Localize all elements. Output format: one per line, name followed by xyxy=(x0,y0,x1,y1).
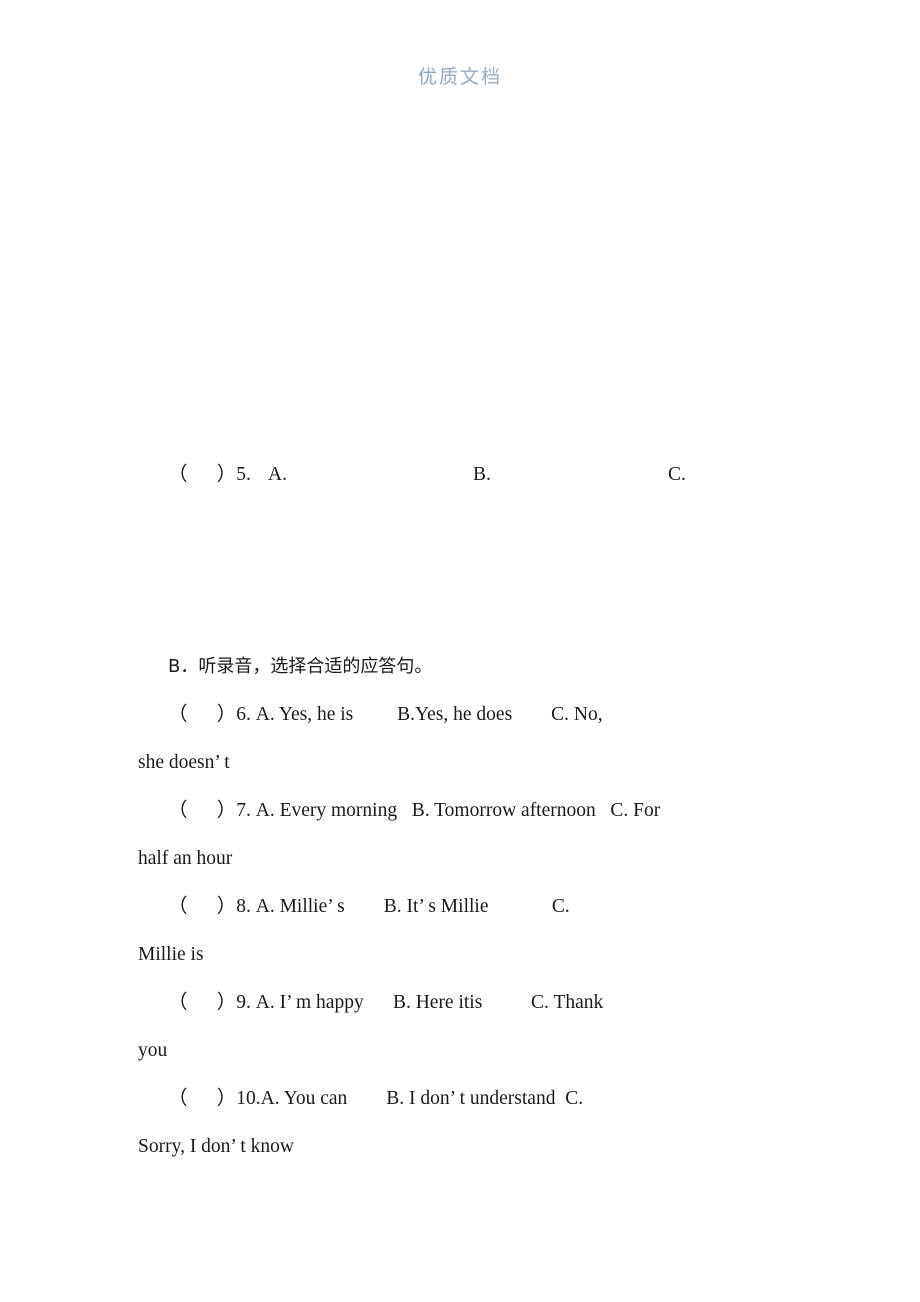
question-9-line-1[interactable]: （ ）9. A. I’ m happy B. Here itis C. Than… xyxy=(138,991,878,1015)
question-5-image-b xyxy=(400,300,550,450)
question-7-line-1[interactable]: （ ）7. A. Every morning B. Tomorrow after… xyxy=(138,799,878,823)
question-5-option-c[interactable]: C. xyxy=(668,462,686,488)
question-8-line-2: Millie is xyxy=(138,944,204,965)
question-5-image-a xyxy=(180,300,330,450)
document-page: 优质文档 （ ）5. A. B. C. B．听录音，选择合适的应答句。 （ ）6… xyxy=(0,0,920,1302)
question-10-line-1[interactable]: （ ）10.A. You can B. I don’ t understand … xyxy=(138,1087,878,1111)
question-6-line-2: she doesn’ t xyxy=(138,752,230,773)
question-8-line-1[interactable]: （ ）8. A. Millie’ s B. It’ s Millie C. xyxy=(138,895,878,919)
question-5-option-b[interactable]: B. xyxy=(473,462,491,488)
question-7-line-2: half an hour xyxy=(138,848,233,869)
question-5-option-a[interactable]: A. xyxy=(268,462,287,488)
question-6-line-1[interactable]: （ ）6. A. Yes, he is B.Yes, he does C. No… xyxy=(138,703,878,727)
watermark-text: 优质文档 xyxy=(0,62,920,89)
question-10-line-2: Sorry, I don’ t know xyxy=(138,1136,294,1157)
question-5-row: （ ）5. A. B. C. xyxy=(138,462,878,488)
question-5-image-c xyxy=(620,300,770,450)
question-5-marker: （ ）5. xyxy=(168,464,251,485)
section-b-heading: B．听录音，选择合适的应答句。 xyxy=(168,656,433,677)
question-9-line-2: you xyxy=(138,1040,168,1061)
